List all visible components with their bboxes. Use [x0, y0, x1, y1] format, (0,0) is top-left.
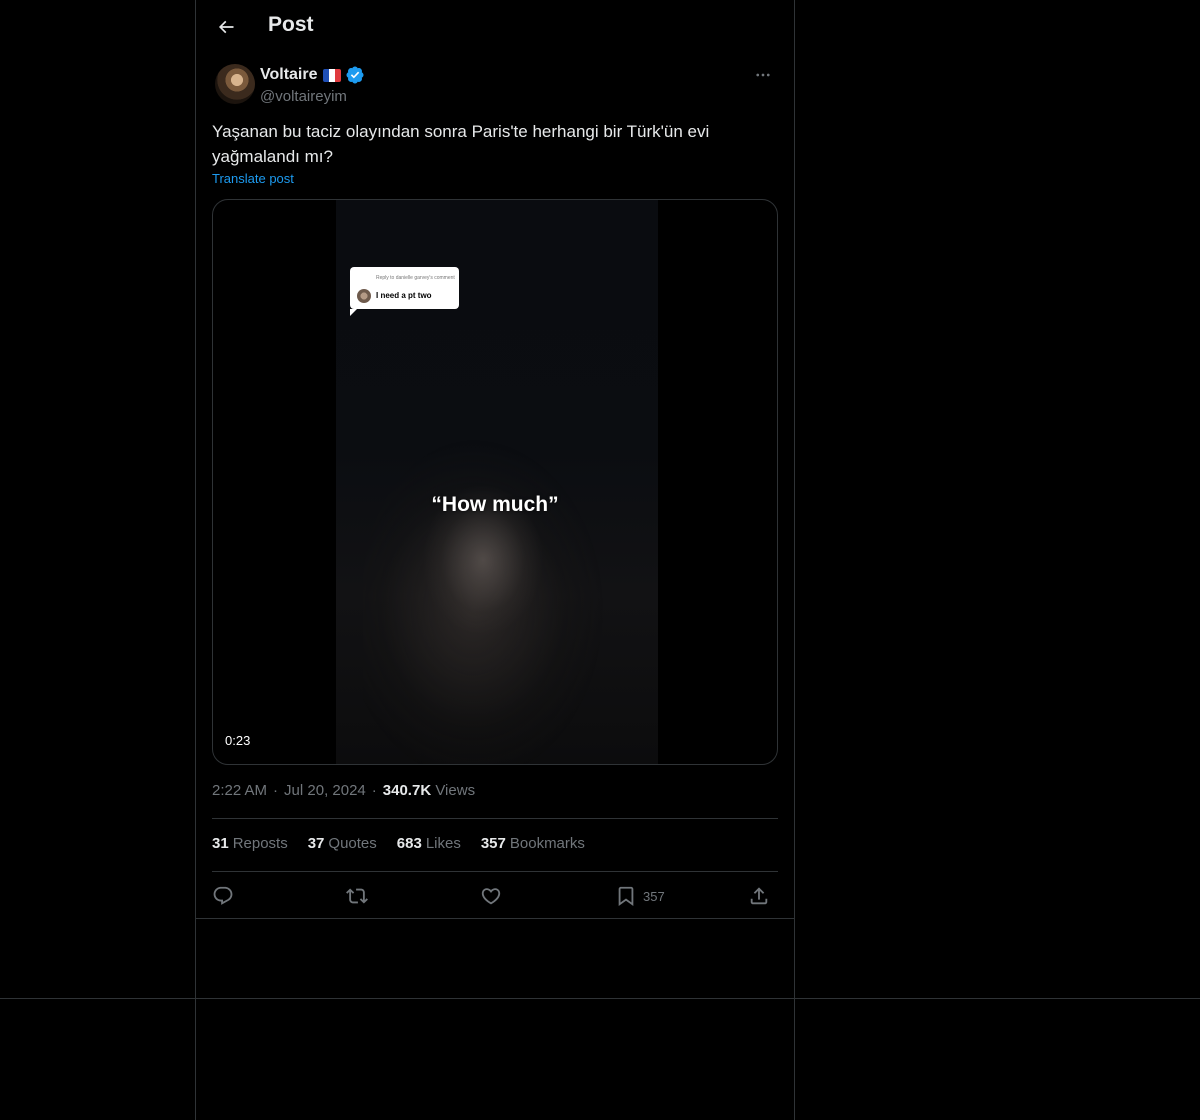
- views[interactable]: 340.7K Views: [383, 782, 475, 799]
- post-date[interactable]: Jul 20, 2024: [284, 782, 366, 799]
- video-still-person: [363, 440, 613, 764]
- post-meta: 2:22 AM · Jul 20, 2024 · 340.7K Views: [212, 782, 475, 799]
- stat-likes[interactable]: 683 Likes: [397, 835, 461, 852]
- share-icon: [750, 887, 768, 905]
- engagement-stats: 31 Reposts 37 Quotes 683 Likes 357 Bookmarks: [212, 835, 585, 852]
- video-duration: 0:23: [225, 733, 251, 748]
- like-button[interactable]: [480, 880, 502, 912]
- bookmark-count: 357: [643, 888, 665, 904]
- more-options-button[interactable]: [748, 64, 778, 86]
- reply-sticker-avatar: [357, 289, 371, 303]
- meta-separator: ·: [273, 782, 279, 799]
- stat-bookmarks[interactable]: 357 Bookmarks: [481, 835, 585, 852]
- arrow-left-icon: [218, 20, 234, 34]
- reply-button[interactable]: [212, 880, 234, 912]
- france-flag-icon: [322, 68, 341, 82]
- video-player[interactable]: Reply to danielle garvey's comment I nee…: [212, 199, 778, 765]
- translate-post-link[interactable]: Translate post: [212, 171, 294, 186]
- repost-icon: [346, 888, 368, 904]
- views-count: 340.7K: [382, 782, 432, 799]
- post-bottom-divider: [196, 918, 794, 919]
- divider: [212, 818, 778, 819]
- reply-sticker-subtitle: Reply to danielle garvey's comment: [376, 275, 455, 281]
- stat-label: Reposts: [232, 835, 288, 852]
- meta-separator: ·: [371, 782, 377, 799]
- reply-sticker: Reply to danielle garvey's comment I nee…: [350, 267, 459, 316]
- post-time[interactable]: 2:22 AM: [212, 782, 267, 799]
- stat-reposts[interactable]: 31 Reposts: [212, 835, 288, 852]
- reply-sticker-text: I need a pt two: [376, 291, 432, 300]
- author-name: Voltaire: [260, 66, 318, 83]
- heart-icon: [481, 888, 501, 905]
- post-author: Voltaire @voltaireyim: [212, 64, 778, 108]
- post-column: Post Voltaire @voltaireyim Yaşanan bu ta…: [195, 0, 795, 1120]
- reply-icon: [213, 886, 233, 905]
- action-bar: 357: [212, 880, 778, 912]
- stat-count: 37: [307, 835, 325, 852]
- more-horizontal-icon: [756, 73, 770, 77]
- stat-count: 31: [212, 835, 229, 852]
- bookmark-icon: [618, 886, 634, 907]
- author-handle[interactable]: @voltaireyim: [260, 88, 347, 105]
- top-bar: Post: [196, 0, 794, 54]
- verified-badge-icon: [345, 66, 364, 84]
- stat-label: Likes: [425, 835, 461, 852]
- bookmark-button[interactable]: 357: [615, 880, 665, 912]
- back-button[interactable]: [208, 9, 244, 45]
- avatar[interactable]: [215, 64, 255, 104]
- divider: [212, 871, 778, 872]
- stat-count: 357: [480, 835, 506, 852]
- video-caption: “How much”: [431, 493, 559, 516]
- author-name-link[interactable]: Voltaire: [260, 66, 364, 84]
- stat-label: Bookmarks: [509, 835, 585, 852]
- views-label: Views: [435, 782, 476, 799]
- page-title: Post: [268, 13, 314, 36]
- share-button[interactable]: [748, 880, 770, 912]
- stat-label: Quotes: [328, 835, 377, 852]
- post-text: Yaşanan bu taciz olayından sonra Paris't…: [212, 122, 710, 166]
- stat-quotes[interactable]: 37 Quotes: [308, 835, 377, 852]
- repost-button[interactable]: [346, 880, 368, 912]
- stat-count: 683: [396, 835, 422, 852]
